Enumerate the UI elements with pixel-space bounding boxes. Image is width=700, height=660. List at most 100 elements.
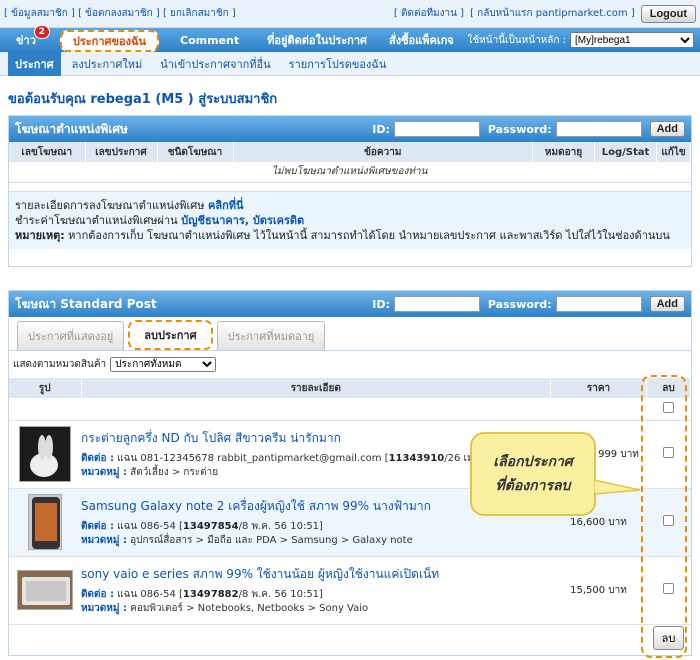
select-all-row: [9, 398, 691, 421]
special-empty-row: ไม่พบโฆษณาตำแหน่งพิเศษของท่าน: [9, 162, 691, 183]
rabbit-thumbnail[interactable]: [19, 426, 71, 482]
tooltip-pointer: [594, 479, 640, 495]
delete-cell: [646, 488, 691, 557]
category-label: หมวดหมู่ :: [81, 602, 127, 614]
nav-my-posts[interactable]: ประกาศของฉัน: [59, 29, 160, 52]
news-count-badge: 2: [33, 25, 50, 39]
delete-cell: [646, 420, 691, 489]
tab-deleted-posts[interactable]: ลบประกาศ: [128, 320, 213, 350]
info-note-text: หากต้องการเก็บ โฆษณาตำแหน่งพิเศษ ไว้ในหน…: [64, 228, 670, 242]
post-category-line: หมวดหมู่ : คอมพิวเตอร์ > Notebooks, Netb…: [81, 602, 551, 616]
special-id-label: ID:: [372, 122, 390, 136]
member-links: [ ข้อมูลสมาชิก ] [ ข้อตกลงสมาชิก ] [ ยกเ…: [4, 6, 236, 21]
select-all-cell: [646, 398, 691, 421]
welcome-message: ขอต้อนรับคุณ rebega1 (M5 ) สู่ระบบสมาชิก: [8, 92, 278, 107]
nav-news[interactable]: ข่าว 2: [0, 25, 50, 52]
delete-checkbox[interactable]: [663, 583, 674, 594]
post-date: /8 พ.ค. 56 10:51]: [238, 588, 323, 600]
homepage-select[interactable]: [My]rebega1: [570, 32, 694, 48]
col-edit: แก้ไข: [656, 142, 691, 162]
posts-header-row: รูป รายละเอียด ราคา ลบ: [9, 378, 691, 398]
nav-buy-package[interactable]: สั่งซื้อแพ็คเกจ: [378, 28, 465, 52]
nav-contact-address-label: ที่อยู่ติดต่อในประกาศ: [267, 34, 367, 47]
member-terms-link[interactable]: [ ข้อตกลงสมาชิก ]: [78, 8, 160, 19]
category-path: คอมพิวเตอร์ > Notebooks, Netbooks > Sony…: [126, 602, 369, 614]
contact-team-link[interactable]: [ ติดต่อทีมงาน ]: [394, 6, 464, 21]
col-details: รายละเอียด: [81, 378, 551, 398]
standard-id-input[interactable]: [393, 296, 480, 312]
tab-expired-posts[interactable]: ประกาศที่หมดอายุ: [216, 321, 326, 350]
contact-text: แฉน 086-54 [: [113, 588, 183, 600]
tab-active-posts[interactable]: ประกาศที่แสดงอยู่: [17, 321, 125, 350]
delete-hint-tooltip: เลือกประกาศ ที่ต้องการลบ: [470, 432, 596, 516]
contact-text: แฉน 081-12345678 rabbit_pantipmarket@gma…: [113, 452, 389, 464]
delete-action-spacer: [9, 624, 647, 652]
contact-text: แฉน 086-54 [: [113, 520, 183, 532]
special-ads-panel: โฆษณาตำแหน่งพิเศษ ID: Password: Add เลขโ…: [8, 115, 692, 267]
col-message: ข้อความ: [233, 142, 533, 162]
post-contact-line: ติดต่อ : แฉน 086-54 [13497854/8 พ.ค. 56 …: [81, 520, 551, 534]
col-expire: หมดอายุ: [532, 142, 595, 162]
col-image: รูป: [9, 378, 82, 398]
category-filter: แสดงตามหมวดสินค้า ประกาศทั้งหมด: [9, 351, 691, 378]
col-log-stat: Log/Stat: [594, 142, 657, 162]
subnav-posts[interactable]: ประกาศ: [8, 51, 61, 76]
nav-comment-label: Comment: [180, 33, 240, 47]
page: [ ข้อมูลสมาชิก ] [ ข้อตกลงสมาชิก ] [ ยกเ…: [0, 0, 700, 660]
standard-password-input[interactable]: [555, 296, 642, 312]
info-line-3: หมายเหตุ: หากต้องการเก็บ โฆษณาตำแหน่งพิเ…: [15, 228, 685, 243]
info-note-label: หมายเหตุ:: [15, 228, 65, 242]
cancel-member-link[interactable]: [ ยกเลิกสมาชิก ]: [163, 8, 236, 19]
top-right: [ ติดต่อทีมงาน ] [ กลับหน้าแรก pantipmar…: [394, 4, 696, 23]
standard-add-button[interactable]: Add: [649, 296, 685, 312]
delete-cell: [646, 556, 691, 625]
select-all-checkbox[interactable]: [663, 401, 674, 413]
member-info-link[interactable]: [ ข้อมูลสมาชิก ]: [4, 8, 75, 19]
post-category-line: หมวดหมู่ : อุปกรณ์สื่อสาร > มือถือ และ P…: [81, 534, 551, 548]
nav-contact-address[interactable]: ที่อยู่ติดต่อในประกาศ: [256, 28, 378, 52]
homepage-label: ใช้หน้านี้เป็นหน้าหลัก :: [467, 34, 566, 46]
special-password-input[interactable]: [555, 121, 642, 137]
col-delete: ลบ: [646, 378, 691, 398]
home-link[interactable]: [ กลับหน้าแรก pantipmarket.com ]: [470, 6, 635, 21]
subnav-favorites[interactable]: รายการโปรดของฉัน: [282, 52, 394, 76]
table-row: sony vaio e series สภาพ 99% ใช้งานน้อย ผ…: [9, 556, 691, 625]
phone-thumbnail[interactable]: [28, 494, 62, 550]
delete-checkbox[interactable]: [663, 447, 674, 458]
post-id: 13497882: [182, 588, 239, 600]
payment-methods-link[interactable]: บัญชีธนาคาร, บัตรเครดิต: [181, 214, 304, 227]
delete-checkbox[interactable]: [663, 515, 674, 526]
special-ads-title: โฆษณาตำแหน่งพิเศษ: [15, 121, 128, 136]
nav-comment[interactable]: Comment: [169, 28, 250, 52]
special-id-input[interactable]: [393, 121, 480, 137]
main-nav: ข่าว 2 ประกาศของฉัน Comment ที่อยู่ติดต่…: [0, 25, 700, 52]
nav-news-label: ข่าว: [16, 34, 36, 47]
contact-label: ติดต่อ :: [81, 452, 114, 464]
info-line-2: ชำระค่าโฆษณาตำแหน่งพิเศษผ่าน บัญชีธนาคาร…: [15, 213, 685, 228]
category-select[interactable]: ประกาศทั้งหมด: [110, 357, 217, 372]
delete-button[interactable]: ลบ: [652, 626, 685, 651]
post-id: 13497854: [182, 520, 239, 532]
post-image-cell: [9, 488, 81, 557]
col-price: ราคา: [550, 378, 647, 398]
select-all-spacer: [9, 398, 647, 421]
standard-post-title: โฆษณา Standard Post: [15, 296, 157, 311]
special-add-button[interactable]: Add: [649, 121, 685, 137]
logout-button[interactable]: Logout: [640, 4, 696, 23]
post-image-cell: [9, 556, 81, 625]
subnav-new-post[interactable]: ลงประกาศใหม่: [65, 52, 150, 76]
info-click-here-link[interactable]: คลิกที่นี่: [208, 199, 244, 212]
laptop-thumbnail[interactable]: [17, 570, 73, 610]
subnav-import[interactable]: นำเข้าประกาศจากที่อื่น: [153, 52, 277, 76]
post-title-link[interactable]: sony vaio e series สภาพ 99% ใช้งานน้อย ผ…: [81, 565, 551, 584]
top-bar: [ ข้อมูลสมาชิก ] [ ข้อตกลงสมาชิก ] [ ยกเ…: [0, 0, 700, 28]
category-label: หมวดหมู่ :: [81, 466, 127, 478]
laptop-image: [22, 577, 70, 605]
special-empty-message: ไม่พบโฆษณาตำแหน่งพิเศษของท่าน: [9, 162, 691, 183]
phone-image: [32, 497, 60, 549]
post-image-cell: [9, 420, 81, 489]
homepage-setting: ใช้หน้านี้เป็นหน้าหลัก : [My]rebega1: [467, 32, 700, 48]
special-info-box: รายละเอียดการลงโฆษณาตำแหน่งพิเศษ คลิกที่…: [9, 190, 691, 249]
category-path: อุปกรณ์สื่อสาร > มือถือ และ PDA > Samsun…: [126, 534, 413, 546]
rabbit-image: [30, 435, 58, 477]
